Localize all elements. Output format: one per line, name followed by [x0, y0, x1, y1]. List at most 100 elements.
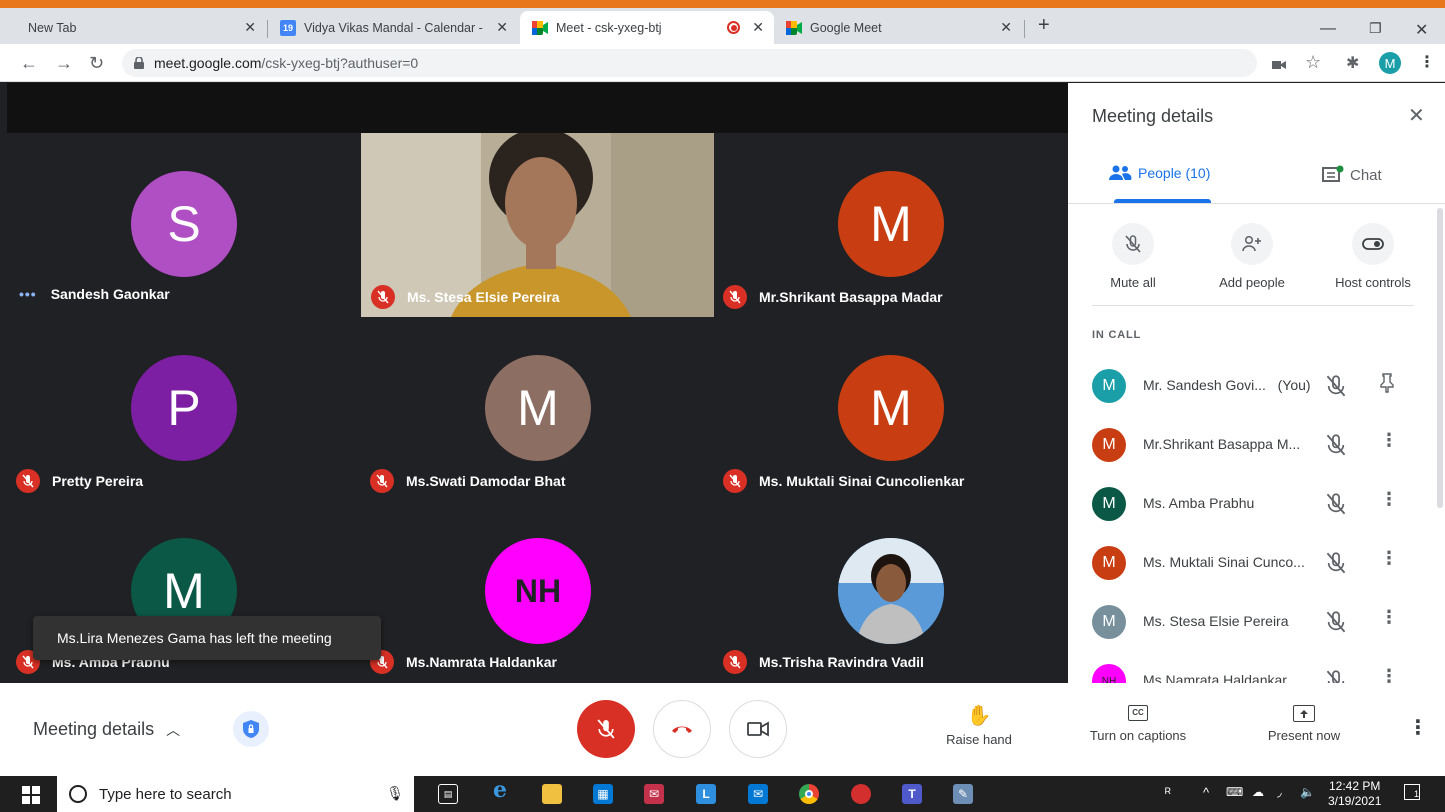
microphone-icon[interactable]: 🎙 [386, 785, 404, 802]
taskbar-clock[interactable]: 12:42 PM 3/19/2021 [1328, 779, 1381, 809]
list-item[interactable]: M Mr.Shrikant Basappa M... ⋮ [1068, 416, 1445, 475]
extensions-icon[interactable]: ✱ [1346, 53, 1359, 73]
edge-browser-icon[interactable]: e [490, 777, 510, 803]
restore-icon[interactable]: ❐ [1369, 20, 1382, 37]
tab-title: New Tab [28, 20, 77, 35]
outlook-mail-icon[interactable]: ✉ [748, 784, 768, 804]
participant-tile[interactable]: M Ms.Swati Damodar Bhat [361, 317, 714, 501]
more-options-icon[interactable]: ⋮ [1380, 489, 1398, 510]
panel-scrollbar[interactable] [1437, 208, 1443, 508]
participant-tile[interactable]: M Ms. Muktali Sinai Cuncolienkar [714, 317, 1068, 501]
captions-button[interactable]: CC Turn on captions [1075, 705, 1201, 743]
participant-name: Mr.Shrikant Basappa Madar [723, 285, 943, 309]
avatar: M [838, 355, 944, 461]
url-bar[interactable]: meet.google.com/csk-yxeg-btj?authuser=0 [122, 49, 1257, 77]
mic-toggle-button[interactable] [577, 700, 635, 758]
tab-chat[interactable]: Chat [1322, 165, 1382, 185]
teams-icon[interactable]: T [902, 784, 922, 804]
speaking-indicator-icon: ••• [19, 286, 37, 302]
top-black-bar [7, 83, 1068, 133]
browser-menu-icon[interactable]: ⋮ [1419, 52, 1435, 72]
more-options-icon[interactable]: ⋮ [1380, 666, 1398, 683]
red-app-icon[interactable] [851, 784, 871, 804]
host-controls-label: Host controls [1335, 275, 1411, 290]
window-close-icon[interactable]: ✕ [1415, 20, 1428, 40]
participant-tile[interactable]: P Pretty Pereira [7, 317, 361, 501]
people-tray-icon[interactable]: ᴿ [1165, 785, 1171, 800]
in-call-label: IN CALL [1092, 329, 1141, 341]
avatar: M [1092, 428, 1126, 462]
meeting-details-button[interactable]: Meeting details ︿ [33, 719, 180, 740]
close-icon[interactable]: ✕ [496, 19, 508, 36]
camera-toggle-button[interactable] [729, 700, 787, 758]
paint-icon[interactable]: ✎ [953, 784, 973, 804]
add-people-button[interactable]: Add people [1207, 223, 1297, 290]
participant-tile[interactable]: M Mr.Shrikant Basappa Madar [714, 133, 1068, 317]
l-app-icon[interactable]: L [696, 784, 716, 804]
close-icon[interactable]: ✕ [244, 19, 256, 36]
close-icon[interactable]: ✕ [1000, 19, 1012, 36]
avatar: M [1092, 487, 1126, 521]
list-item[interactable]: M Ms. Amba Prabhu ⋮ [1068, 475, 1445, 534]
taskbar-search-box[interactable]: Type here to search 🎙 [57, 776, 414, 812]
more-options-icon[interactable]: ⋮ [1380, 430, 1398, 451]
host-controls-button[interactable]: Host controls [1323, 223, 1423, 290]
list-item[interactable]: M Mr. Sandesh Govi... (You) [1068, 357, 1445, 416]
profile-avatar[interactable]: M [1379, 52, 1401, 74]
participant-name: Pretty Pereira [16, 469, 143, 493]
meet-icon [532, 20, 548, 36]
participant-tile[interactable]: Ms.Trisha Ravindra Vadil [714, 501, 1068, 683]
mail-app-icon[interactable]: ✉ [644, 784, 664, 804]
tab-google-meet[interactable]: Google Meet ✕ [776, 11, 1022, 44]
keyboard-icon[interactable]: ⌨ [1226, 785, 1243, 799]
close-icon[interactable]: ✕ [752, 19, 764, 36]
pin-icon[interactable] [1380, 373, 1394, 398]
bookmark-star-icon[interactable]: ☆ [1305, 52, 1321, 73]
security-shield-icon[interactable] [233, 711, 269, 747]
raise-hand-button[interactable]: ✋ Raise hand [930, 703, 1028, 747]
more-options-icon[interactable]: ⋮ [1408, 715, 1428, 740]
store-icon[interactable]: ▦ [593, 784, 613, 804]
participant-tile[interactable]: S ••• Sandesh Gaonkar [7, 133, 361, 317]
wifi-icon[interactable]: ◞ [1277, 785, 1282, 799]
chrome-icon[interactable] [799, 784, 819, 804]
avatar: NH [485, 538, 591, 644]
chat-icon [1322, 165, 1344, 182]
list-item[interactable]: M Ms. Stesa Elsie Pereira ⋮ [1068, 593, 1445, 652]
camera-indicator-icon[interactable] [1272, 57, 1286, 75]
reload-icon[interactable]: ↻ [89, 53, 104, 74]
tab-calendar[interactable]: 19 Vidya Vikas Mandal - Calendar - ✕ [268, 11, 518, 44]
present-now-button[interactable]: Present now [1256, 705, 1352, 743]
more-options-icon[interactable]: ⋮ [1380, 548, 1398, 569]
participant-name: Ms. Muktali Sinai Cuncolienkar [723, 469, 964, 493]
network-error-icon[interactable]: ☁ [1252, 785, 1264, 799]
address-toolbar: ← → ↻ meet.google.com/csk-yxeg-btj?authu… [0, 44, 1445, 82]
tab-new-tab[interactable]: New Tab ✕ [8, 11, 266, 44]
list-item[interactable]: NH Ms.Namrata Haldankar ⋮ [1068, 652, 1445, 683]
url-host: meet.google.com [154, 55, 262, 71]
tab-meet-active[interactable]: Meet - csk-yxeg-btj ✕ [520, 11, 774, 44]
participant-video-tile[interactable]: Ms. Stesa Elsie Pereira [361, 133, 714, 317]
leave-call-button[interactable] [653, 700, 711, 758]
back-arrow-icon[interactable]: ← [20, 53, 38, 74]
mute-all-button[interactable]: Mute all [1093, 223, 1173, 290]
tab-title: Google Meet [810, 20, 882, 35]
minimize-icon[interactable]: — [1320, 20, 1336, 38]
mic-off-icon [1326, 611, 1346, 638]
task-view-icon[interactable]: ▤ [438, 784, 458, 804]
volume-icon[interactable]: 🔈 [1300, 785, 1315, 799]
more-options-icon[interactable]: ⋮ [1380, 607, 1398, 628]
participant-tile[interactable]: NH Ms.Namrata Haldankar [361, 501, 714, 683]
forward-arrow-icon[interactable]: → [55, 53, 73, 74]
notification-center-icon[interactable]: 1 [1404, 784, 1420, 800]
participant-list-name: Ms. Amba Prabhu [1143, 495, 1255, 511]
chevron-up-icon[interactable]: ^ [1203, 785, 1209, 800]
file-explorer-icon[interactable] [542, 784, 562, 804]
new-tab-plus-icon[interactable]: + [1038, 14, 1050, 37]
panel-close-icon[interactable]: ✕ [1408, 103, 1425, 128]
tab-title: Meet - csk-yxeg-btj [556, 20, 662, 35]
windows-start-icon[interactable] [22, 786, 40, 809]
list-item[interactable]: M Ms. Muktali Sinai Cunco... ⋮ [1068, 534, 1445, 593]
tab-people[interactable]: People (10) [1108, 165, 1210, 181]
calendar-icon: 19 [280, 19, 296, 36]
